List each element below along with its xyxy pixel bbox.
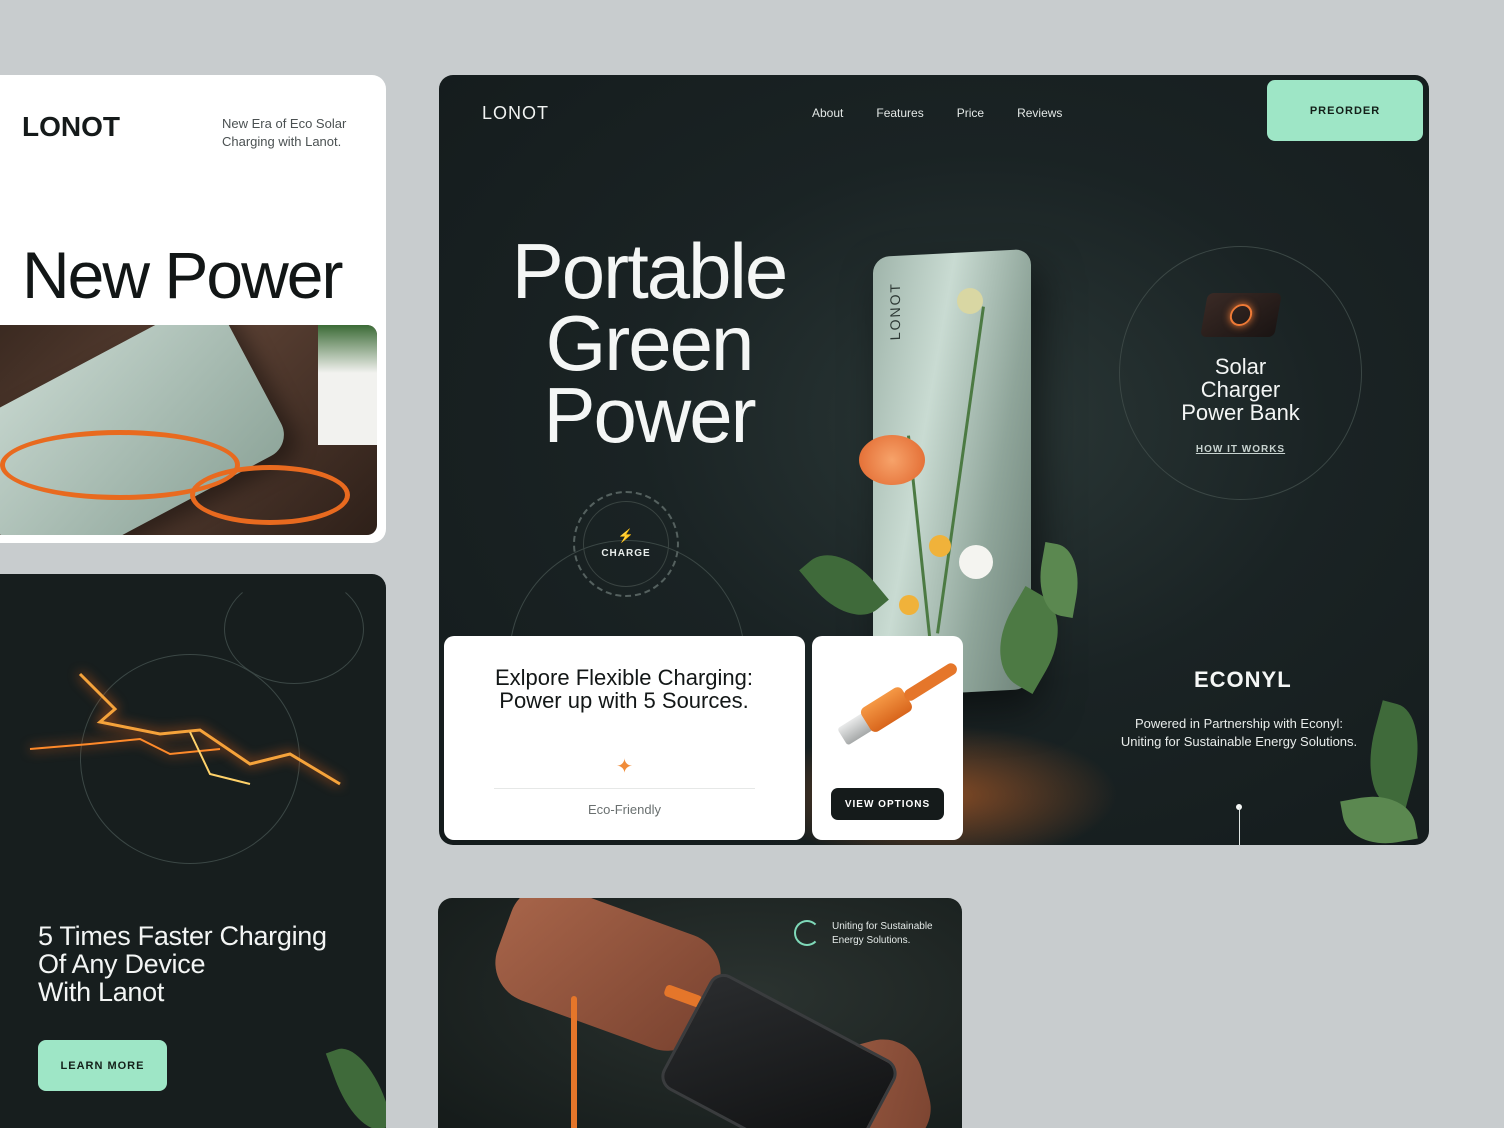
hero-title-line: Power [543, 371, 756, 459]
leaf [1356, 700, 1429, 810]
swirl-icon [794, 920, 820, 946]
preorder-button[interactable]: PREORDER [1267, 80, 1423, 141]
hands-photo-card: Uniting for Sustainable Energy Solutions… [438, 898, 962, 1128]
tagline: New Era of Eco Solar Charging with Lanot… [222, 116, 347, 149]
nav-about[interactable]: About [812, 106, 843, 120]
partner-text: Powered in Partnership with Econyl: Unit… [1120, 716, 1358, 749]
usb-cable [901, 661, 960, 704]
new-power-card: LONOT New Era of Eco Solar Charging with… [0, 75, 386, 543]
scroll-indicator-line [1239, 807, 1240, 845]
view-options-button[interactable]: VIEW OPTIONS [831, 788, 944, 820]
econyl-logo[interactable]: ECONYL [1194, 667, 1292, 693]
product-title-line: Charger [1200, 377, 1281, 402]
powerbank-brand: LONOT [887, 281, 903, 341]
faster-charging-card: 5 Times Faster Charging Of Any Device Wi… [0, 574, 386, 1128]
white-flower [959, 545, 993, 579]
hero-title-line: Green [545, 299, 755, 387]
flower [899, 595, 919, 615]
product-title-line: Power Bank [1181, 400, 1300, 425]
new-power-title: New Power [22, 238, 343, 312]
nav-reviews[interactable]: Reviews [1017, 106, 1062, 120]
main-nav: About Features Price Reviews [812, 106, 1062, 120]
cable-loop-image [190, 465, 350, 525]
solar-charger-image [1200, 293, 1282, 337]
how-it-works-link[interactable]: HOW IT WORKS [1120, 444, 1361, 455]
badge-text: Uniting for Sustainable Energy Solutions… [832, 921, 933, 946]
power-icon [1228, 304, 1254, 326]
lightning-icon [29, 672, 341, 786]
learn-more-button[interactable]: LEARN MORE [38, 1040, 167, 1091]
hero-card: LONOT About Features Price Reviews PREOR… [439, 75, 1429, 845]
powerbank-photo [0, 325, 377, 535]
brand-logo[interactable]: LONOT [22, 111, 120, 143]
product-title-line: Solar [1214, 354, 1267, 379]
explore-caption: Eco-Friendly [588, 802, 661, 817]
bolt-icon: ⚡ [617, 528, 635, 543]
hero-title: Portable Green Power [489, 227, 809, 459]
faster-headline: 5 Times Faster Charging Of Any Device Wi… [38, 922, 368, 1006]
divider [494, 788, 755, 789]
nav-price[interactable]: Price [957, 106, 984, 120]
product-circle: Solar Charger Power Bank HOW IT WORKS [1119, 246, 1362, 500]
sparkle-icon: ✦ [616, 756, 633, 778]
cable-image [571, 996, 577, 1128]
orange-flower [859, 435, 925, 485]
flower [929, 535, 951, 557]
headline-line: Of Any Device [38, 949, 206, 979]
usb-cable-image [832, 661, 960, 754]
explore-title: Exlpore Flexible Charging: Power up with… [494, 665, 754, 713]
charge-dial-inner: ⚡ CHARGE [583, 501, 669, 587]
options-panel: VIEW OPTIONS [812, 636, 963, 840]
charge-dial[interactable]: ⚡ CHARGE [573, 491, 679, 597]
nav-features[interactable]: Features [876, 106, 923, 120]
headline-line: 5 Times Faster Charging [38, 921, 327, 951]
flower [957, 288, 983, 314]
product-title: Solar Charger Power Bank [1120, 355, 1361, 424]
leaf-decor [325, 1039, 386, 1128]
plant-pot-image [318, 325, 377, 445]
hero-title-line: Portable [511, 227, 789, 315]
explore-panel: Exlpore Flexible Charging: Power up with… [444, 636, 805, 840]
headline-line: With Lanot [38, 977, 165, 1007]
brand-logo[interactable]: LONOT [482, 103, 549, 124]
charge-label: CHARGE [601, 548, 651, 559]
